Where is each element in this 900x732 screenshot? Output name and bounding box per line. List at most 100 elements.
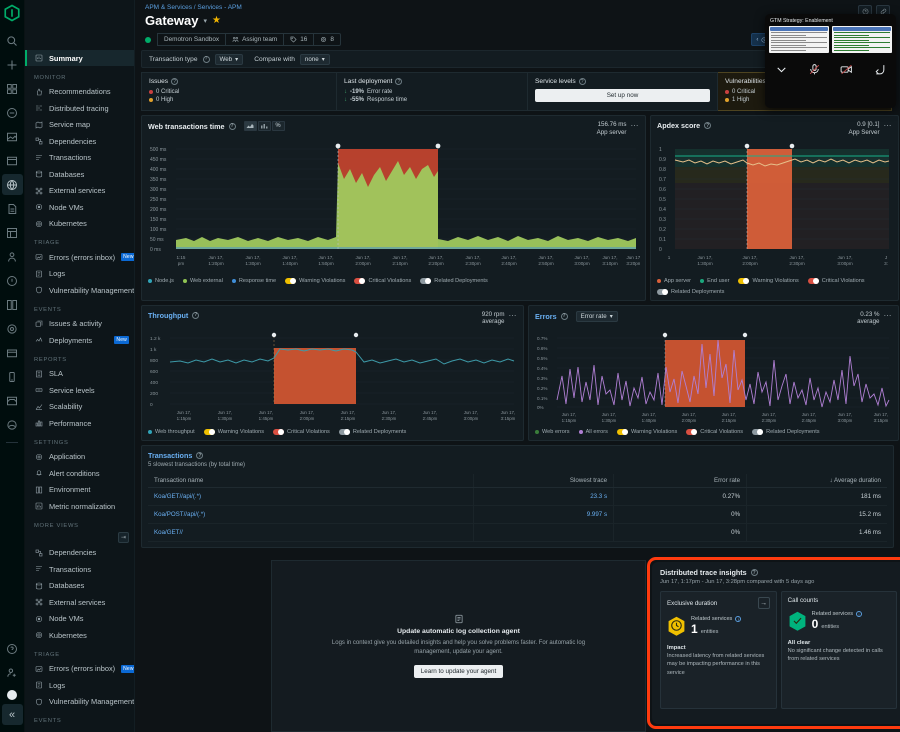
learn-to-update-agent-button[interactable]: Learn to update your agent (414, 665, 504, 678)
breadcrumb[interactable]: APM & Services / Services - APM (145, 4, 892, 11)
info-icon[interactable]: ? (751, 569, 758, 576)
alert-icon[interactable] (2, 270, 23, 291)
set-up-now-button[interactable]: Set up now (535, 89, 710, 102)
chevron-down-icon[interactable]: ▾ (203, 17, 207, 25)
chevron-down-icon[interactable] (775, 63, 788, 76)
legend-item[interactable]: Related Deployments (752, 429, 819, 435)
sidebar-item-distributed-tracing[interactable]: Distributed tracing (25, 100, 134, 116)
sidebar-item-transactions[interactable]: Transactions (25, 561, 134, 577)
apps-grid-icon[interactable] (2, 78, 23, 99)
dashboard-icon[interactable] (2, 222, 23, 243)
sidebar-item-node-vms[interactable]: Node VMs (25, 611, 134, 627)
sidebar-item-vulnerability-management[interactable]: Vulnerability Management (25, 282, 134, 298)
sidebar-item-service-map[interactable]: Service map (25, 117, 134, 133)
tags-chip[interactable]: 16 (283, 33, 313, 46)
sidebar-item-deployments[interactable]: DeploymentsNew (25, 332, 134, 348)
transactions-title[interactable]: Transactions ? (148, 451, 887, 460)
legend-item[interactable]: App server (657, 278, 691, 284)
legend-item[interactable]: Related Deployments (657, 289, 724, 295)
legend-item[interactable]: Web external (183, 278, 223, 284)
info-icon[interactable]: ? (561, 313, 568, 320)
sidebar-item-databases[interactable]: Databases (25, 578, 134, 594)
compare-with-select[interactable]: none ▾ (300, 54, 330, 65)
legend-item[interactable]: Warning Violations (738, 278, 798, 284)
cell-slowest-trace[interactable] (473, 524, 613, 542)
help-circle-icon[interactable] (2, 638, 23, 659)
sidebar-item-application[interactable]: Application (25, 449, 134, 465)
chart-menu-icon[interactable]: ⋯ (884, 311, 893, 320)
image-icon[interactable] (2, 126, 23, 147)
assign-team-chip[interactable]: Assign team (225, 33, 283, 46)
info-icon[interactable]: ? (579, 78, 586, 85)
sidebar-item-metric-normalization[interactable]: Metric normalization (25, 498, 134, 514)
add-user-icon[interactable] (2, 662, 23, 683)
user-icon[interactable] (2, 246, 23, 267)
sidebar-item-dependencies[interactable]: Dependencies (25, 545, 134, 561)
legend-item[interactable]: Web throughput (148, 429, 195, 435)
expand-sidebar-button[interactable]: ⇥ (118, 532, 129, 543)
card-icon[interactable] (2, 342, 23, 363)
new-relic-logo[interactable] (3, 4, 21, 22)
info-icon[interactable]: i (856, 611, 862, 617)
legend-item[interactable]: Related Deployments (420, 278, 487, 284)
meeting-screenshare-overlay[interactable]: GTM Strategy: Enablement (765, 14, 896, 108)
info-icon[interactable]: ? (203, 56, 210, 63)
sidebar-item-alert-conditions[interactable]: Alert conditions (25, 465, 134, 481)
legend-item[interactable]: Response time (232, 278, 276, 284)
expand-icon[interactable] (873, 63, 886, 76)
info-icon[interactable]: ? (229, 123, 236, 130)
legend-item[interactable]: Critical Violations (354, 278, 411, 284)
sidebar-item-errors-errors-inbox[interactable]: Errors (errors inbox)New (25, 661, 134, 677)
col-error-rate[interactable]: Error rate (614, 474, 747, 488)
sidebar-item-service-levels[interactable]: Service levels (25, 382, 134, 398)
synthetics-icon[interactable] (2, 414, 23, 435)
sidebar-item-issues-activity[interactable]: Issues & activity (25, 316, 134, 332)
globe-icon[interactable] (2, 174, 23, 195)
percent-icon[interactable]: % (272, 121, 285, 131)
window-icon[interactable] (2, 150, 23, 171)
legend-item[interactable]: Critical Violations (808, 278, 865, 284)
errors-metric-select[interactable]: Error rate ▾ (576, 311, 618, 322)
inbox-icon[interactable] (2, 390, 23, 411)
legend-item[interactable]: Node.js (148, 278, 174, 284)
legend-item[interactable]: All errors (579, 429, 608, 435)
legend-item[interactable]: Warning Violations (617, 429, 677, 435)
collapse-icon[interactable]: « (2, 704, 23, 725)
chart-menu-icon[interactable]: ⋯ (884, 121, 893, 130)
kpi-card-last-deployment[interactable]: Last deployment ? ↓ -19% Error rate ↓ -5… (337, 72, 528, 111)
document-icon[interactable] (2, 198, 23, 219)
camera-off-icon[interactable] (840, 63, 853, 76)
info-icon[interactable]: ? (192, 312, 199, 319)
info-icon[interactable]: ? (704, 122, 711, 129)
legend-item[interactable]: Warning Violations (204, 429, 264, 435)
col-slowest-trace[interactable]: Slowest trace (473, 474, 613, 488)
legend-item[interactable]: Related Deployments (339, 429, 406, 435)
col-average-duration[interactable]: ↓ Average duration (747, 474, 887, 488)
info-icon[interactable]: ? (395, 78, 402, 85)
cell-slowest-trace[interactable]: 23.3 s (473, 488, 613, 506)
sidebar-item-vulnerability-management[interactable]: Vulnerability Management (25, 694, 134, 710)
cell-transaction-name[interactable]: Koa/POST//api/(.*) (148, 506, 473, 524)
sidebar-item-external-services[interactable]: External services (25, 594, 134, 610)
throughput-plot[interactable]: 1.2 k1 k800 6004002000 Jun 17,1:15pm (148, 326, 517, 426)
sidebar-item-databases[interactable]: Databases (25, 166, 134, 182)
chart-title[interactable]: Errors ? Error rate ▾ (535, 311, 618, 322)
legend-item[interactable]: Warning Violations (285, 278, 345, 284)
cell-transaction-name[interactable]: Koa/GET// (148, 524, 473, 542)
sidebar-item-errors-errors-inbox[interactable]: Errors (errors inbox)New (25, 249, 134, 265)
transaction-type-select[interactable]: Web ▾ (215, 54, 244, 65)
cell-slowest-trace[interactable]: 9.997 s (473, 506, 613, 524)
chart-title[interactable]: Throughput ? (148, 311, 199, 320)
kpi-card-issues[interactable]: Issues ? 0 Critical 0 High (141, 72, 337, 111)
web-transactions-plot[interactable]: 500 ms450 ms400 ms 350 ms300 ms250 ms 20… (148, 137, 639, 275)
sidebar-item-node-vms[interactable]: Node VMs (25, 199, 134, 215)
sidebar-item-transactions[interactable]: Transactions (25, 150, 134, 166)
col-transaction-name[interactable]: Transaction name (148, 474, 473, 488)
target-icon[interactable] (2, 102, 23, 123)
errors-plot[interactable]: 0.7%0.6%0.5% 0.4%0.3%0.2% 0.1%0% (535, 326, 892, 426)
settings-chip[interactable]: 8 (313, 33, 341, 46)
sidebar-item-environment[interactable]: Environment (25, 482, 134, 498)
plus-icon[interactable] (2, 54, 23, 75)
sidebar-item-logs[interactable]: Logs (25, 677, 134, 693)
info-icon[interactable]: ? (196, 452, 203, 459)
